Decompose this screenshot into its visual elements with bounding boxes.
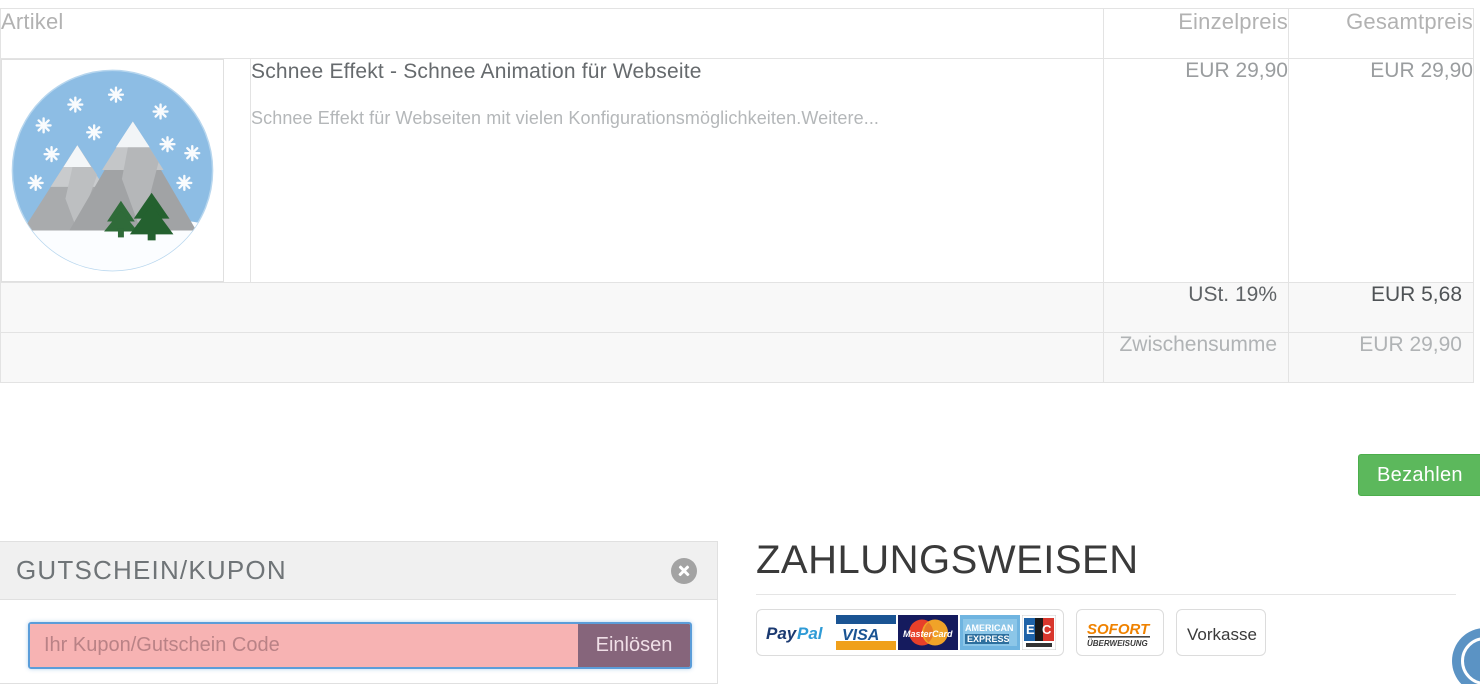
- visa-icon: VISA: [836, 615, 896, 650]
- svg-text:Vorkasse: Vorkasse: [1187, 625, 1257, 644]
- svg-text:C: C: [1042, 622, 1052, 637]
- svg-text:MasterCard: MasterCard: [903, 629, 953, 639]
- mastercard-icon: MasterCard: [898, 615, 958, 650]
- coupon-panel-body: Einlösen: [0, 600, 717, 669]
- column-header-total-price: Gesamtpreis: [1288, 8, 1474, 59]
- product-description: Schnee Effekt für Webseiten mit vielen K…: [251, 108, 880, 129]
- column-header-unit-price: Einzelpreis: [1103, 8, 1289, 59]
- payment-icons-row: Pay Pal VISA MasterCard AMERICAN EXPRESS…: [756, 609, 1456, 656]
- cart-header-row: Artikel Einzelpreis Gesamtpreis: [0, 8, 1474, 59]
- coupon-panel-header: GUTSCHEIN/KUPON: [0, 542, 717, 600]
- tax-row-spacer: [0, 282, 1104, 333]
- american-express-icon: AMERICAN EXPRESS: [960, 615, 1020, 650]
- product-thumbnail-cell: [0, 58, 251, 283]
- divider: [756, 594, 1456, 595]
- paypal-icon: Pay Pal: [764, 615, 834, 650]
- product-total-price: EUR 29,90: [1288, 58, 1474, 283]
- close-icon[interactable]: [671, 557, 697, 584]
- payment-methods-section: ZAHLUNGSWEISEN Pay Pal VISA MasterCard A…: [756, 540, 1456, 656]
- svg-text:Pal: Pal: [797, 624, 824, 643]
- chat-bubble-inner: [1461, 637, 1480, 684]
- checkout-page: Artikel Einzelpreis Gesamtpreis Schnee E…: [0, 0, 1480, 684]
- tax-label: USt. 19%: [1103, 282, 1289, 333]
- payment-methods-title: ZAHLUNGSWEISEN: [756, 538, 1139, 582]
- svg-text:SOFORT: SOFORT: [1087, 621, 1151, 638]
- coupon-panel: GUTSCHEIN/KUPON Einlösen: [0, 541, 718, 684]
- product-unit-price: EUR 29,90: [1103, 58, 1289, 283]
- subtotal-label: Zwischensumme: [1103, 332, 1289, 383]
- pay-button-label: Bezahlen: [1377, 463, 1463, 486]
- sofort-ueberweisung-icon[interactable]: SOFORT ÜBERWEISUNG: [1076, 609, 1164, 656]
- svg-text:ÜBERWEISUNG: ÜBERWEISUNG: [1087, 639, 1148, 648]
- svg-text:Pay: Pay: [766, 624, 798, 643]
- subtotal-row: Zwischensumme EUR 29,90: [0, 332, 1474, 383]
- product-title[interactable]: Schnee Effekt - Schnee Animation für Web…: [251, 59, 1103, 85]
- cart-table: Artikel Einzelpreis Gesamtpreis Schnee E…: [0, 8, 1474, 383]
- paypal-visa-mastercard-amex-ec-icon[interactable]: Pay Pal VISA MasterCard AMERICAN EXPRESS…: [756, 609, 1064, 656]
- svg-text:E: E: [1026, 622, 1035, 637]
- chat-bubble-icon[interactable]: [1452, 628, 1480, 684]
- product-details-cell: Schnee Effekt - Schnee Animation für Web…: [250, 58, 1104, 283]
- snow-scene-image[interactable]: [1, 59, 224, 282]
- column-header-item: Artikel: [0, 8, 1104, 59]
- svg-text:AMERICAN: AMERICAN: [965, 623, 1014, 633]
- tax-value: EUR 5,68: [1288, 282, 1474, 333]
- svg-text:EXPRESS: EXPRESS: [967, 634, 1010, 644]
- coupon-code-input[interactable]: [30, 624, 578, 667]
- subtotal-row-spacer: [0, 332, 1104, 383]
- svg-text:VISA: VISA: [842, 627, 879, 644]
- vorkasse-icon[interactable]: Vorkasse: [1176, 609, 1266, 656]
- table-row: Schnee Effekt - Schnee Animation für Web…: [0, 58, 1474, 283]
- tax-row: USt. 19% EUR 5,68: [0, 282, 1474, 333]
- ec-card-icon: E C: [1022, 615, 1056, 650]
- coupon-panel-title: GUTSCHEIN/KUPON: [16, 555, 287, 585]
- redeem-button[interactable]: Einlösen: [578, 624, 690, 667]
- coupon-input-group: Einlösen: [28, 622, 692, 669]
- subtotal-value: EUR 29,90: [1288, 332, 1474, 383]
- pay-button[interactable]: Bezahlen: [1358, 454, 1480, 496]
